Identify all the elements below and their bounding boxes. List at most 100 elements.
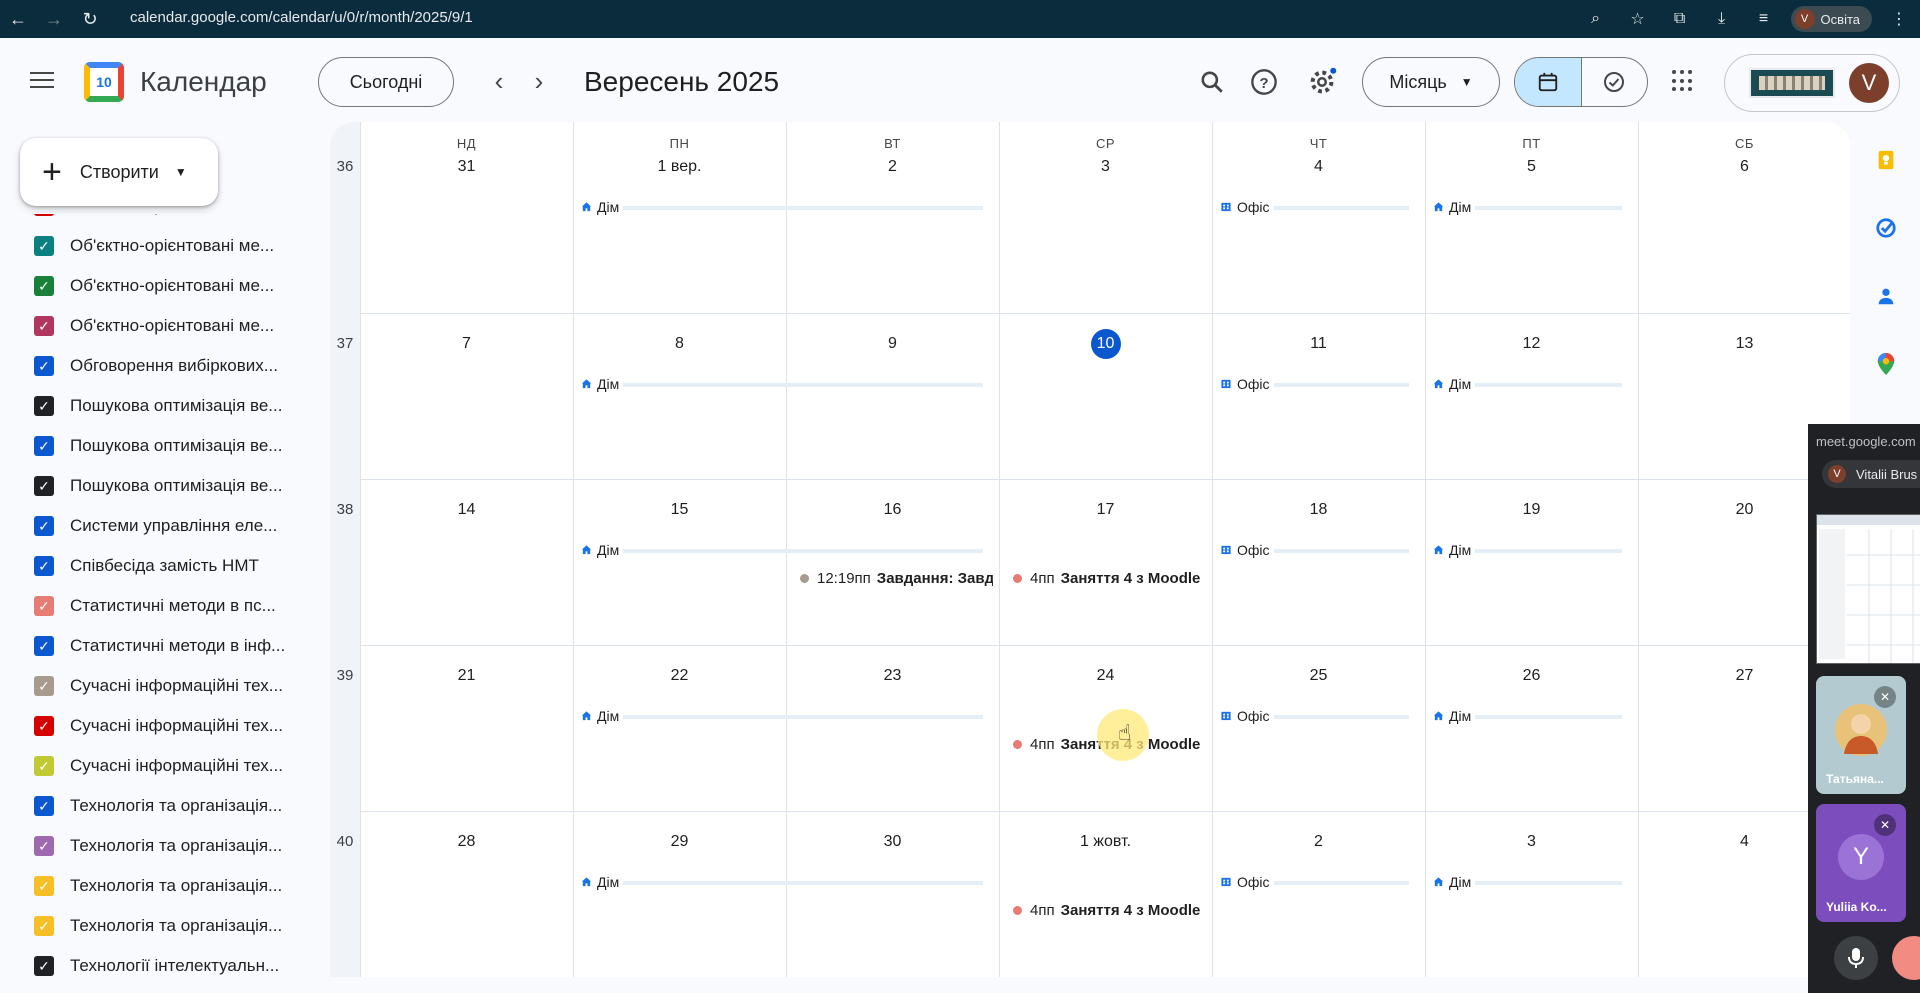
calendar-list-item[interactable]: ✓ Об'єктно-орієнтовані ме... — [34, 226, 294, 266]
reload-icon[interactable]: ↻ — [72, 0, 108, 38]
calendar-list-item[interactable]: ✓ Статистичні методи в пс... — [34, 586, 294, 626]
day-number[interactable]: 26 — [1425, 667, 1638, 685]
keep-icon[interactable] — [1866, 140, 1906, 180]
calendar-list-item[interactable]: ✓ Технологія та організація... — [34, 786, 294, 826]
account-area[interactable]: V — [1724, 54, 1900, 112]
day-number[interactable]: 6 — [1638, 158, 1850, 176]
calendar-list-item[interactable]: ✓ Сучасні інформаційні тех... — [34, 706, 294, 746]
working-location-office[interactable]: Офіс — [1218, 374, 1409, 394]
working-location-home[interactable]: Дім — [1431, 540, 1622, 560]
download-icon[interactable]: ⤓ — [1701, 10, 1743, 28]
browser-profile-chip[interactable]: V Освіта — [1790, 6, 1872, 32]
calendar-list-item[interactable]: ✓ Обговорення вибіркових... — [34, 346, 294, 386]
day-number[interactable]: 3 — [1425, 833, 1638, 851]
calendar-list-item[interactable]: ✓ Пошукова оптимізація ве... — [34, 426, 294, 466]
calendar-list-item[interactable]: ✓ Технологія та організація... — [34, 906, 294, 946]
calendar-checkbox[interactable]: ✓ — [34, 916, 54, 936]
day-number[interactable]: 15 — [573, 501, 786, 519]
calendar-checkbox[interactable]: ✓ — [34, 516, 54, 536]
working-location-home[interactable]: Дім — [1431, 197, 1622, 217]
today-button[interactable]: Сьогодні — [318, 57, 454, 107]
account-avatar[interactable]: V — [1849, 63, 1889, 103]
day-number[interactable]: 29 — [573, 833, 786, 851]
calendar-checkbox[interactable]: ✓ — [34, 636, 54, 656]
browser-menu-icon[interactable]: ⋮ — [1878, 9, 1920, 29]
calendar-event[interactable]: 4пп Заняття 4 з Moodle — [1013, 899, 1206, 921]
calendar-checkbox[interactable]: ✓ — [34, 356, 54, 376]
tasks-icon[interactable] — [1866, 208, 1906, 248]
calendar-list-item[interactable]: ✓ Статистичні методи в інф... — [34, 626, 294, 666]
calendar-list-item[interactable]: ✓ Співбесіда замість НМТ — [34, 546, 294, 586]
settings-icon[interactable] — [1306, 66, 1338, 98]
working-location-office[interactable]: Офіс — [1218, 540, 1409, 560]
media-icon[interactable]: ≡ — [1743, 10, 1785, 28]
view-selector[interactable]: Місяць ▼ — [1362, 57, 1500, 107]
main-menu-icon[interactable] — [30, 72, 54, 92]
calendar-checkbox[interactable]: ✓ — [34, 276, 54, 296]
day-number[interactable]: 2 — [786, 158, 999, 176]
calendar-list-item[interactable]: ✓ Технологія та організація... — [34, 826, 294, 866]
day-number[interactable]: 7 — [360, 335, 573, 353]
calendar-checkbox[interactable]: ✓ — [34, 436, 54, 456]
zoom-icon[interactable]: ⌕ — [1575, 10, 1617, 28]
day-number[interactable]: 1 вер. — [573, 158, 786, 176]
calendar-list-item[interactable]: ✓ Пошукова оптимізація ве... — [34, 466, 294, 506]
day-number[interactable]: 23 — [786, 667, 999, 685]
contacts-icon[interactable] — [1866, 276, 1906, 316]
calendar-list-item[interactable]: ✓ Об'єктно-орієнтовані ме... — [34, 306, 294, 346]
day-number[interactable]: 14 — [360, 501, 573, 519]
extensions-icon[interactable]: ⧉ — [1659, 10, 1701, 28]
day-number[interactable]: 22 — [573, 667, 786, 685]
day-number[interactable]: 19 — [1425, 501, 1638, 519]
day-number[interactable]: 16 — [786, 501, 999, 519]
calendar-list-item[interactable]: ✓ Системи управління еле... — [34, 506, 294, 546]
day-number[interactable]: 13 — [1638, 335, 1850, 353]
day-number[interactable]: 12 — [1425, 335, 1638, 353]
participant-tile[interactable]: ✕ Y Yuliia Ko... — [1816, 804, 1906, 922]
calendar-event[interactable]: 12:19пп Завдання: Завдання — [800, 567, 993, 589]
day-number[interactable]: 8 — [573, 335, 786, 353]
calendar-checkbox[interactable]: ✓ — [34, 396, 54, 416]
working-location-home[interactable]: Дім — [579, 540, 983, 560]
calendar-list-item[interactable]: ✓ Сучасні інформаційні тех... — [34, 666, 294, 706]
working-location-office[interactable]: Офіс — [1218, 706, 1409, 726]
calendar-checkbox[interactable]: ✓ — [34, 316, 54, 336]
calendar-checkbox[interactable]: ✓ — [34, 676, 54, 696]
day-number[interactable]: 1 жовт. — [999, 833, 1212, 851]
search-icon[interactable] — [1196, 66, 1228, 98]
camera-off-icon[interactable] — [1892, 936, 1920, 980]
meet-picture-in-picture[interactable]: meet.google.com V Vitalii Brus ✕ Татьяна… — [1808, 424, 1920, 993]
day-number[interactable]: 9 — [786, 335, 999, 353]
day-number[interactable]: 5 — [1425, 158, 1638, 176]
shared-screen-thumbnail[interactable] — [1816, 514, 1920, 664]
bookmark-star-icon[interactable]: ☆ — [1617, 9, 1659, 29]
calendar-list-item[interactable]: ✓ Об'єктно-орієнтовані ме... — [34, 266, 294, 306]
day-number[interactable]: 28 — [360, 833, 573, 851]
address-bar[interactable]: calendar.google.com/calendar/u/0/r/month… — [130, 9, 473, 26]
previous-month-icon[interactable]: ‹ — [484, 66, 514, 97]
calendar-checkbox[interactable]: ✓ — [34, 556, 54, 576]
working-location-home[interactable]: Дім — [1431, 374, 1622, 394]
working-location-home[interactable]: Дім — [579, 374, 983, 394]
working-location-office[interactable]: Офіс — [1218, 197, 1409, 217]
day-number[interactable]: 10 — [999, 329, 1212, 359]
calendar-checkbox[interactable]: ✓ — [34, 956, 54, 976]
create-button[interactable]: + Створити ▼ — [20, 138, 218, 206]
calendar-list-item[interactable]: ✓ Пошукова оптимізація ве... — [34, 386, 294, 426]
calendar-checkbox[interactable]: ✓ — [34, 876, 54, 896]
calendar-checkbox[interactable]: ✓ — [34, 596, 54, 616]
calendar-checkbox[interactable]: ✓ — [34, 236, 54, 256]
calendar-checkbox[interactable]: ✓ — [34, 476, 54, 496]
working-location-office[interactable]: Офіс — [1218, 872, 1409, 892]
day-number[interactable]: 4 — [1212, 158, 1425, 176]
day-number[interactable]: 17 — [999, 501, 1212, 519]
next-month-icon[interactable]: › — [524, 66, 554, 97]
calendar-checkbox[interactable]: ✓ — [34, 796, 54, 816]
forward-icon[interactable]: → — [36, 0, 72, 38]
participant-tile[interactable]: ✕ Татьяна... — [1816, 676, 1906, 794]
tasks-view-icon[interactable] — [1582, 58, 1648, 106]
calendar-event[interactable]: 4пп Заняття 4 з Moodle — [1013, 567, 1206, 589]
maps-icon[interactable] — [1866, 344, 1906, 384]
calendar-view-icon[interactable] — [1515, 58, 1582, 106]
help-icon[interactable]: ? — [1248, 66, 1280, 98]
